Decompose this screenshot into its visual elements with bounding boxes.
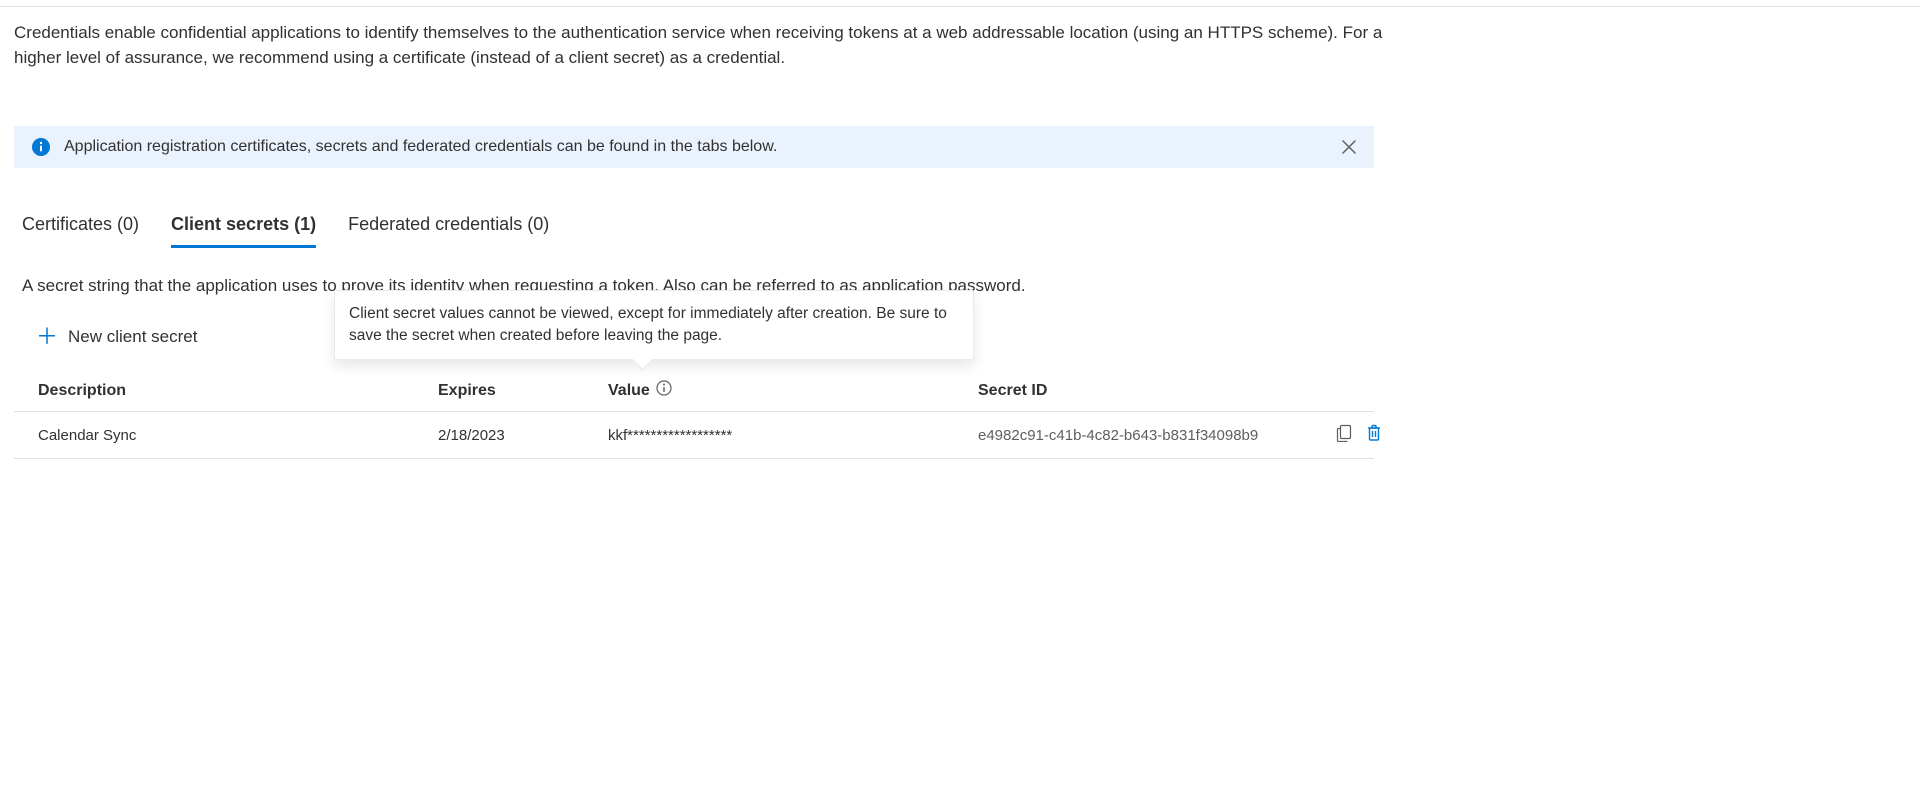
- info-banner: Application registration certificates, s…: [14, 126, 1374, 168]
- col-expires: Expires: [438, 382, 608, 400]
- tab-certificates[interactable]: Certificates (0): [22, 214, 139, 248]
- value-tooltip: Client secret values cannot be viewed, e…: [334, 290, 974, 359]
- tab-client-secrets[interactable]: Client secrets (1): [171, 214, 316, 248]
- info-icon: [32, 138, 50, 156]
- info-banner-text: Application registration certificates, s…: [64, 138, 777, 156]
- plus-icon: ＋: [36, 326, 58, 348]
- credential-tabs: Certificates (0) Client secrets (1) Fede…: [14, 214, 1906, 248]
- delete-icon[interactable]: [1366, 424, 1382, 446]
- info-circle-icon[interactable]: [656, 380, 672, 401]
- copy-icon[interactable]: [1336, 424, 1352, 446]
- credentials-intro: Credentials enable confidential applicat…: [14, 21, 1424, 70]
- tab-federated-credentials[interactable]: Federated credentials (0): [348, 214, 549, 248]
- client-secrets-table: Description Expires Value Secret ID Cale…: [14, 372, 1374, 459]
- cell-description: Calendar Sync: [38, 427, 438, 444]
- close-icon[interactable]: [1342, 140, 1356, 154]
- col-value-label: Value: [608, 382, 650, 400]
- col-description: Description: [38, 382, 438, 400]
- cell-expires: 2/18/2023: [438, 427, 608, 444]
- cell-value: kkf******************: [608, 427, 978, 444]
- table-row: Calendar Sync 2/18/2023 kkf*************…: [14, 412, 1374, 459]
- new-client-secret-button[interactable]: ＋ New client secret: [14, 320, 211, 354]
- col-secret-id: Secret ID: [978, 382, 1318, 400]
- col-value: Value: [608, 380, 978, 401]
- new-client-secret-label: New client secret: [68, 327, 197, 347]
- cell-secret-id: e4982c91-c41b-4c82-b643-b831f34098b9: [978, 427, 1318, 444]
